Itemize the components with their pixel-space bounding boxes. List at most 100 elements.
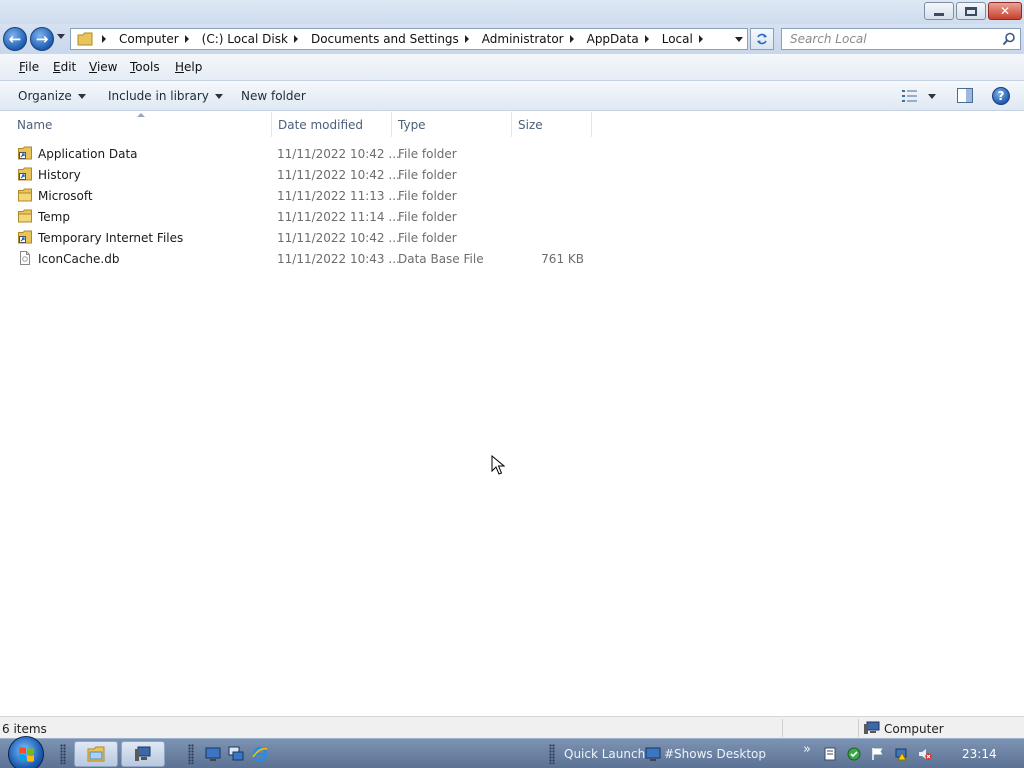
menu-accelerator: V [89,60,97,74]
status-divider [782,719,783,737]
column-header-size[interactable]: Size [518,118,543,132]
taskbar-explorer-button[interactable] [74,741,118,767]
sort-ascending-icon [137,113,145,117]
column-header-date[interactable]: Date modified [278,118,363,132]
organize-label: Organize [18,89,72,103]
quick-launch-label[interactable]: Quick Launch [564,747,645,761]
computer-icon [864,721,880,734]
new-folder-button[interactable]: New folder [241,89,306,103]
file-row[interactable]: Microsoft 11/11/2022 11:13 ... File fold… [0,185,1024,206]
breadcrumb-local-disk[interactable]: (C:) Local Disk [199,29,308,49]
computer-icon [135,746,151,761]
status-divider [858,719,859,737]
chevron-right-icon [102,35,106,43]
taskbar-grip[interactable] [549,744,555,764]
column-header-name[interactable]: Name [17,118,52,132]
help-icon[interactable]: ? [992,87,1010,105]
view-options-dropdown[interactable] [928,94,936,99]
file-name: Temporary Internet Files [38,231,184,245]
column-divider[interactable] [391,112,392,137]
menu-help[interactable]: Help [175,60,202,74]
column-divider[interactable] [591,112,592,137]
file-list: Application Data 11/11/2022 10:42 ... Fi… [0,143,1024,269]
taskbar-grip[interactable] [188,744,194,764]
address-bar[interactable]: Computer (C:) Local Disk Documents and S… [70,28,748,50]
file-date: 11/11/2022 11:13 ... [277,189,400,203]
file-row[interactable]: Application Data 11/11/2022 10:42 ... Fi… [0,143,1024,164]
chevron-down-icon [214,93,223,99]
refresh-button[interactable] [750,28,774,50]
view-options-icon[interactable] [902,89,918,103]
close-button[interactable]: ✕ [988,2,1022,20]
security-shield-icon[interactable] [847,747,861,761]
menu-label: ile [25,60,40,74]
file-row[interactable]: History 11/11/2022 10:42 ... File folder [0,164,1024,185]
taskbar-system-button[interactable] [121,741,165,767]
breadcrumb-documents-and-settings[interactable]: Documents and Settings [308,29,479,49]
breadcrumb-label: Computer [119,32,179,46]
document-icon[interactable] [823,747,837,761]
breadcrumb-local[interactable]: Local [659,29,713,49]
network-warning-icon[interactable] [895,747,909,761]
volume-muted-icon[interactable] [918,747,932,761]
search-input[interactable]: Search Local [781,28,1021,50]
breadcrumb-administrator[interactable]: Administrator [479,29,584,49]
file-date: 11/11/2022 10:42 ... [277,147,400,161]
forward-button[interactable]: → [30,27,54,51]
menu-tools[interactable]: Tools [130,60,160,74]
internet-explorer-icon[interactable] [252,746,268,762]
file-icon [20,251,30,265]
monitor-icon [645,747,661,761]
address-history-dropdown[interactable] [735,37,743,42]
recent-pages-dropdown[interactable] [57,34,65,39]
breadcrumb-computer[interactable]: Computer [116,29,199,49]
menu-accelerator: E [53,60,61,74]
preview-pane-icon[interactable] [957,88,973,103]
action-center-flag-icon[interactable] [871,747,885,761]
clock[interactable]: 23:14 [962,747,997,761]
file-type: File folder [398,168,457,182]
include-in-library-button[interactable]: Include in library [108,89,223,103]
file-name: IconCache.db [38,252,120,266]
title-bar: ✕ [0,0,1024,24]
file-row[interactable]: IconCache.db 11/11/2022 10:43 ... Data B… [0,248,1024,269]
breadcrumb-label: Local [661,32,693,46]
file-date: 11/11/2022 10:43 ... [277,252,400,266]
back-button[interactable]: ← [3,27,27,51]
folder-icon [18,188,32,202]
chevron-double-right-icon[interactable]: » [803,742,811,757]
restore-button[interactable] [956,2,986,20]
search-icon[interactable] [1002,32,1016,46]
switch-windows-icon[interactable] [228,746,244,762]
minimize-icon [934,12,944,16]
file-row[interactable]: Temp 11/11/2022 11:14 ... File folder [0,206,1024,227]
file-type: File folder [398,231,457,245]
menu-file[interactable]: File [19,60,39,74]
menu-edit[interactable]: Edit [53,60,76,74]
mouse-cursor-icon [491,455,505,475]
folder-shortcut-icon [18,167,32,181]
file-size: 761 KB [541,252,584,266]
breadcrumb-appdata[interactable]: AppData [584,29,659,49]
file-name: Microsoft [38,189,93,203]
show-desktop-icon[interactable] [205,746,221,762]
column-divider[interactable] [511,112,512,137]
minimize-button[interactable] [924,2,954,20]
file-row[interactable]: Temporary Internet Files 11/11/2022 10:4… [0,227,1024,248]
file-name: History [38,168,81,182]
shows-desktop-label[interactable]: #Shows Desktop [664,747,766,761]
status-location: Computer [884,722,944,736]
breadcrumb-label: (C:) Local Disk [201,32,288,46]
breadcrumb-root-arrow[interactable] [93,29,116,49]
column-header-type[interactable]: Type [398,118,426,132]
file-type: Data Base File [398,252,484,266]
item-count: 6 items [2,722,47,736]
refresh-icon [757,33,767,45]
folder-icon [77,32,93,46]
taskbar-grip[interactable] [60,744,66,764]
start-button[interactable] [8,736,44,768]
menu-accelerator: H [175,60,185,74]
column-divider[interactable] [271,112,272,137]
organize-button[interactable]: Organize [18,89,86,103]
menu-view[interactable]: View [89,60,117,74]
